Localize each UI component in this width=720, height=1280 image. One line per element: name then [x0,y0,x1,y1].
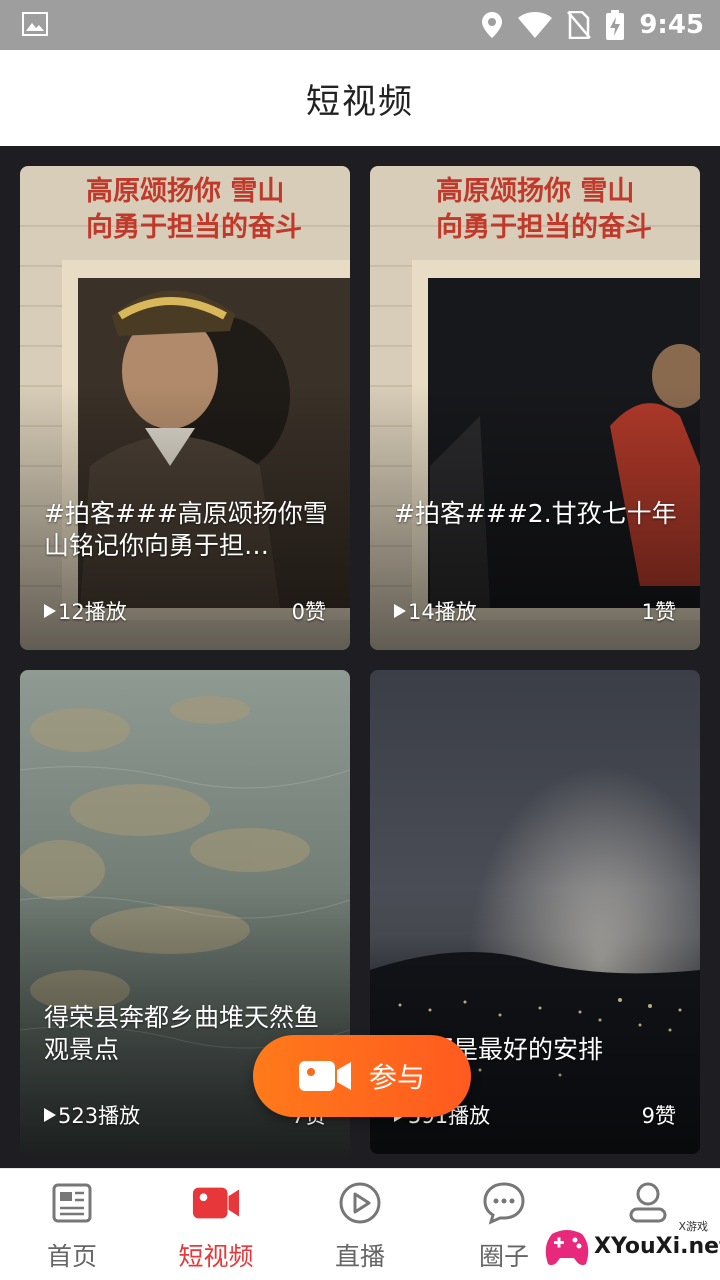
location-icon [482,12,503,38]
video-camera-icon [192,1187,240,1219]
play-count: 523播放 [58,1104,141,1128]
tab-home[interactable]: 首页 [0,1169,144,1280]
image-icon [22,12,48,36]
status-time: 9:45 [639,10,704,40]
video-card[interactable]: 高原颂扬你 雪山 向勇于担当的奋斗 #拍客###高原颂扬你雪山铭记你向勇于担… … [20,166,350,650]
play-count: 14播放 [408,600,477,624]
video-meta: 14播放 1赞 [394,596,676,626]
user-icon [629,1182,667,1223]
participate-button[interactable]: 参与 [253,1035,471,1117]
watermark-text: XYouXi.net [594,1234,720,1259]
wifi-icon [518,12,553,38]
tab-label: 直播 [334,1242,385,1271]
video-grid: 高原颂扬你 雪山 向勇于担当的奋斗 #拍客###高原颂扬你雪山铭记你向勇于担… … [0,146,720,1168]
play-count: 12播放 [58,600,127,624]
video-caption: #拍客###高原颂扬你雪山铭记你向勇于担… [44,499,328,560]
chat-bubble-icon [483,1182,525,1225]
status-bar: 9:45 [0,0,720,50]
like-count: 0赞 [291,600,326,624]
header: 短视频 [0,50,720,146]
play-circle-icon [339,1182,381,1224]
video-meta: 12播放 0赞 [44,596,326,626]
tab-live[interactable]: 直播 [288,1169,432,1280]
watermark: XYouXi.net X游戏 [542,1220,720,1274]
participate-label: 参与 [368,1061,425,1094]
tab-label: 短视频 [178,1242,254,1271]
play-icon [44,1108,56,1122]
news-icon [52,1183,92,1223]
tab-short-video[interactable]: 短视频 [144,1169,288,1280]
play-icon [44,604,56,618]
bottom-tab-bar: 首页 短视频 直播 圈子 XYouXi.net X游戏 [0,1168,720,1280]
video-caption: #拍客###2.甘孜七十年 [394,499,677,528]
banner-text: 高原颂扬你 雪山 向勇于担当的奋斗 [436,176,652,243]
gamepad-logo-icon [545,1230,589,1266]
page-title: 短视频 [306,81,414,122]
banner-text: 高原颂扬你 雪山 向勇于担当的奋斗 [86,176,302,243]
like-count: 9赞 [641,1104,676,1128]
video-card[interactable]: 高原颂扬你 雪山 向勇于担当的奋斗 #拍客###2.甘孜七十年 14播放 1赞 [370,166,700,650]
video-camera-icon [298,1061,351,1091]
battery-charging-icon [606,10,625,40]
like-count: 1赞 [641,600,676,624]
tab-label: 圈子 [478,1242,529,1271]
no-sim-icon [567,11,592,39]
play-icon [394,604,406,618]
tab-label: 首页 [46,1242,97,1271]
watermark-small-text: X游戏 [678,1220,708,1233]
